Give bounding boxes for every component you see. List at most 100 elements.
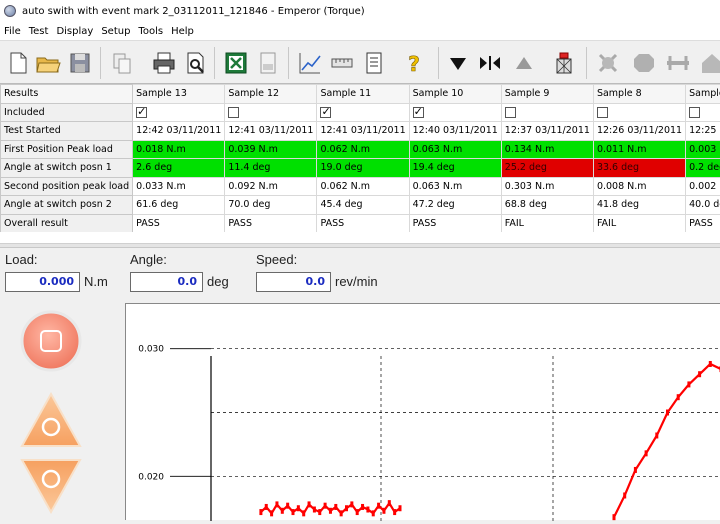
data-point: [655, 432, 658, 438]
menu-display[interactable]: Display: [52, 26, 97, 37]
row-label: First Position Peak load: [1, 140, 133, 159]
up-arrow-icon[interactable]: [510, 49, 538, 77]
cell-peak2: 0.063 N.m: [409, 177, 501, 196]
cell-started: 12:41 03/11/2011: [225, 122, 317, 141]
home-icon[interactable]: [698, 49, 720, 77]
sample-header[interactable]: Sample 11: [317, 85, 409, 104]
cell-angle2: 68.8 deg: [501, 196, 593, 215]
stop-icon[interactable]: [594, 49, 622, 77]
data-point: [645, 450, 648, 456]
cell-peak1: 0.039 N.m: [225, 140, 317, 159]
data-point: [324, 503, 327, 509]
grid-horizontal-scrollbar[interactable]: [0, 232, 720, 244]
data-point: [281, 508, 284, 514]
data-point: [275, 501, 278, 507]
included-checkbox[interactable]: [597, 107, 608, 118]
data-point: [259, 509, 262, 515]
menu-file[interactable]: File: [0, 26, 25, 37]
included-checkbox[interactable]: [228, 107, 239, 118]
reset-icon[interactable]: [630, 49, 658, 77]
notes-icon[interactable]: [360, 49, 388, 77]
down-button[interactable]: [18, 452, 84, 518]
data-point: [613, 514, 616, 520]
included-checkbox[interactable]: [505, 107, 516, 118]
up-button[interactable]: [18, 388, 84, 454]
title-bar: auto swith with event mark 2_03112011_12…: [0, 0, 720, 22]
torque-plot[interactable]: 0.0300.020: [125, 303, 720, 520]
angle1-row: Angle at switch posn 1 2.6 deg 11.4 deg …: [1, 159, 720, 178]
cell-result: PASS: [686, 214, 720, 232]
cell-peak1: 0.062 N.m: [317, 140, 409, 159]
print-icon[interactable]: [150, 49, 178, 77]
included-checkbox[interactable]: [689, 107, 700, 118]
menu-setup[interactable]: Setup: [97, 26, 134, 37]
angle-readout: 0.0: [130, 272, 203, 292]
bin-icon[interactable]: [550, 49, 578, 77]
included-checkbox[interactable]: [413, 107, 424, 118]
data-point: [361, 504, 364, 510]
menu-test[interactable]: Test: [25, 26, 53, 37]
cell-angle1: 33.6 deg: [593, 159, 685, 178]
report-icon[interactable]: [254, 49, 282, 77]
cell-started: 12:40 03/11/2011: [409, 122, 501, 141]
speed-label: Speed:: [256, 252, 297, 267]
graph-icon[interactable]: [296, 49, 324, 77]
menu-tools[interactable]: Tools: [134, 26, 167, 37]
sample-header[interactable]: Sample 9: [501, 85, 593, 104]
sample-header[interactable]: Sample 8: [593, 85, 685, 104]
run-icon[interactable]: [476, 49, 504, 77]
cell-started: 12:25 03/11/2011: [686, 122, 720, 141]
data-point: [345, 505, 348, 511]
data-point: [302, 510, 305, 516]
data-point: [377, 503, 380, 509]
window-title: auto swith with event mark 2_03112011_12…: [22, 6, 365, 17]
save-icon[interactable]: [66, 49, 94, 77]
cell-peak1: 0.018 N.m: [133, 140, 225, 159]
series-line: [261, 364, 720, 517]
cell-peak1: 0.003 N.m: [686, 140, 720, 159]
panel-splitter[interactable]: [0, 244, 720, 248]
data-point: [297, 505, 300, 511]
open-folder-icon[interactable]: [34, 49, 62, 77]
peak2-row: Second position peak load 0.033 N.m 0.09…: [1, 177, 720, 196]
row-label: Angle at switch posn 2: [1, 196, 133, 215]
data-point: [313, 507, 316, 513]
angle-unit: deg: [207, 274, 229, 289]
cell-result: PASS: [317, 214, 409, 232]
cell-peak2: 0.033 N.m: [133, 177, 225, 196]
included-checkbox[interactable]: [136, 107, 147, 118]
results-table: Results Sample 13 Sample 12 Sample 11 Sa…: [0, 84, 720, 232]
new-file-icon[interactable]: [4, 49, 32, 77]
cell-angle1: 19.0 deg: [317, 159, 409, 178]
ruler-icon[interactable]: [328, 49, 356, 77]
results-header-row: Results Sample 13 Sample 12 Sample 11 Sa…: [1, 85, 720, 104]
help-icon[interactable]: ?: [400, 49, 428, 77]
data-point: [308, 501, 311, 507]
stop-button[interactable]: [18, 308, 84, 374]
results-grid: Results Sample 13 Sample 12 Sample 11 Sa…: [0, 84, 720, 232]
excel-export-icon[interactable]: [222, 49, 250, 77]
cell-angle2: 61.6 deg: [133, 196, 225, 215]
angle2-row: Angle at switch posn 2 61.6 deg 70.0 deg…: [1, 196, 720, 215]
copy-icon[interactable]: [108, 49, 136, 77]
cell-result: PASS: [225, 214, 317, 232]
menu-help[interactable]: Help: [167, 26, 198, 37]
sample-header[interactable]: Sample 10: [409, 85, 501, 104]
included-checkbox[interactable]: [320, 107, 331, 118]
test-started-row: Test Started 12:42 03/11/2011 12:41 03/1…: [1, 122, 720, 141]
sample-header[interactable]: Sample 13: [133, 85, 225, 104]
data-point: [372, 510, 375, 516]
sample-header[interactable]: Sample 7: [686, 85, 720, 104]
down-arrow-icon[interactable]: [444, 49, 472, 77]
print-preview-icon[interactable]: [182, 49, 210, 77]
sample-header[interactable]: Sample 12: [225, 85, 317, 104]
limit-icon[interactable]: [664, 49, 692, 77]
data-point: [265, 504, 268, 510]
row-label: Test Started: [1, 122, 133, 141]
load-unit: N.m: [84, 274, 108, 289]
data-point: [329, 508, 332, 514]
data-point: [318, 509, 321, 515]
data-point: [666, 410, 669, 416]
data-point: [677, 394, 680, 400]
speed-unit: rev/min: [335, 274, 378, 289]
